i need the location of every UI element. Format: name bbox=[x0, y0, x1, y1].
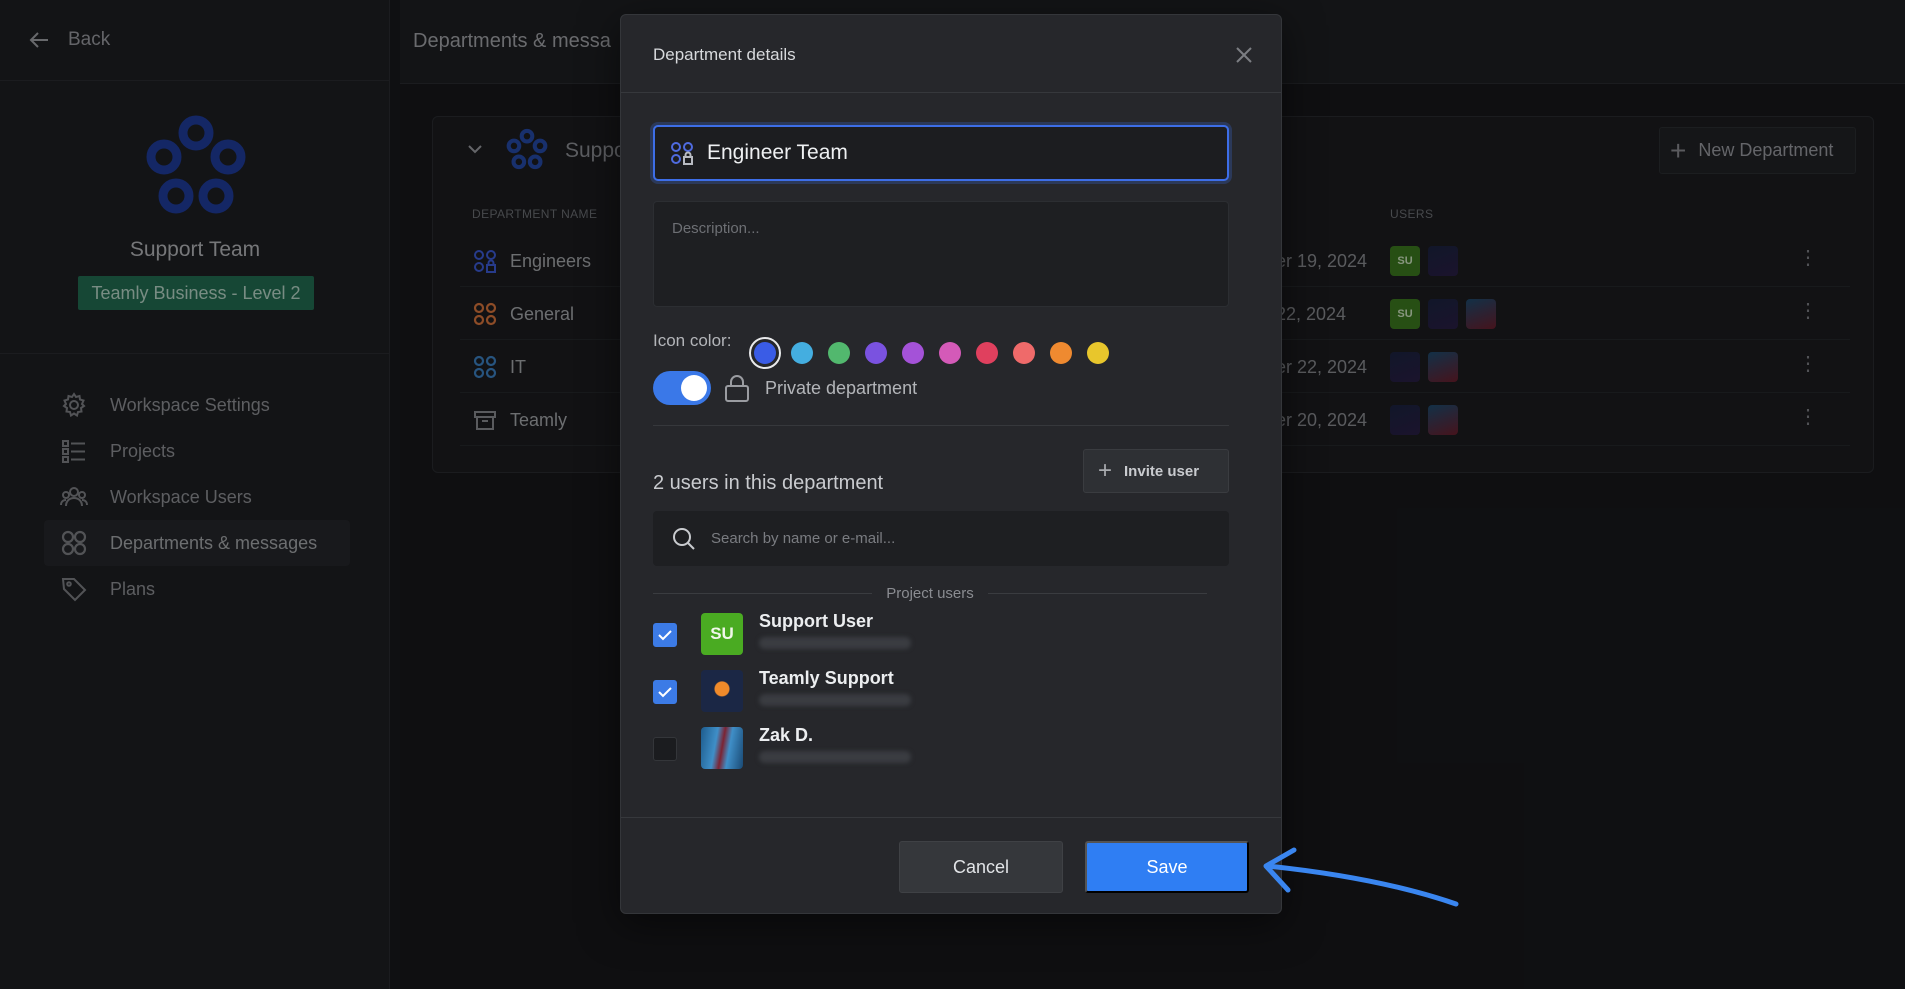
section-divider: Project users bbox=[653, 585, 1207, 602]
color-swatch[interactable] bbox=[939, 342, 961, 364]
user-search-field[interactable] bbox=[653, 511, 1229, 566]
icon-color-swatches bbox=[749, 337, 1124, 369]
avatar bbox=[701, 670, 743, 712]
cancel-button[interactable]: Cancel bbox=[899, 841, 1063, 893]
department-name-field[interactable] bbox=[653, 125, 1229, 181]
checkmark-icon bbox=[658, 630, 672, 641]
description-input[interactable] bbox=[672, 220, 1210, 288]
divider bbox=[653, 425, 1229, 426]
user-checkbox[interactable] bbox=[653, 737, 677, 761]
private-department-label: Private department bbox=[765, 378, 918, 398]
color-swatch[interactable] bbox=[1013, 342, 1035, 364]
save-button[interactable]: Save bbox=[1085, 841, 1249, 893]
user-name: Teamly Support bbox=[759, 668, 894, 688]
description-field[interactable] bbox=[653, 201, 1229, 307]
user-email-redacted bbox=[759, 694, 911, 706]
user-email-redacted bbox=[759, 637, 911, 649]
dialog-title: Department details bbox=[653, 45, 796, 64]
user-list-item[interactable]: Zak D. bbox=[653, 723, 1213, 773]
color-swatch[interactable] bbox=[1087, 342, 1109, 364]
color-swatch[interactable] bbox=[1050, 342, 1072, 364]
department-name-input[interactable] bbox=[707, 141, 1207, 165]
invite-user-label: Invite user bbox=[1124, 462, 1200, 480]
color-swatch[interactable] bbox=[976, 342, 998, 364]
dialog-header: Department details bbox=[621, 15, 1281, 93]
user-list-item[interactable]: SU Support User bbox=[653, 609, 1213, 659]
search-icon bbox=[673, 527, 695, 550]
users-count: 2 users in this department bbox=[653, 472, 884, 494]
divider bbox=[621, 817, 1281, 818]
color-swatch-selected[interactable] bbox=[749, 337, 781, 369]
checkmark-icon bbox=[658, 687, 672, 698]
department-details-dialog: Department details Icon color: Private d… bbox=[620, 14, 1282, 914]
toggle-knob bbox=[681, 375, 707, 401]
avatar bbox=[701, 727, 743, 769]
user-email-redacted bbox=[759, 751, 911, 763]
lock-icon bbox=[725, 375, 749, 402]
plus-icon: + bbox=[1098, 457, 1113, 484]
user-list-item[interactable]: Teamly Support bbox=[653, 666, 1213, 716]
color-swatch[interactable] bbox=[791, 342, 813, 364]
color-swatch[interactable] bbox=[902, 342, 924, 364]
private-department-toggle[interactable] bbox=[653, 371, 711, 405]
department-lock-icon bbox=[671, 142, 693, 165]
invite-user-button[interactable]: + Invite user bbox=[1083, 449, 1229, 493]
color-swatch[interactable] bbox=[865, 342, 887, 364]
annotation-arrow-icon bbox=[1263, 847, 1459, 907]
color-swatch[interactable] bbox=[828, 342, 850, 364]
icon-color-label: Icon color: bbox=[653, 331, 732, 350]
user-checkbox[interactable] bbox=[653, 623, 677, 647]
user-checkbox[interactable] bbox=[653, 680, 677, 704]
user-name: Zak D. bbox=[759, 725, 814, 745]
search-input[interactable] bbox=[711, 530, 1211, 547]
section-label: Project users bbox=[886, 585, 974, 602]
user-name: Support User bbox=[759, 611, 874, 631]
close-icon[interactable] bbox=[1233, 44, 1255, 66]
avatar: SU bbox=[701, 613, 743, 655]
